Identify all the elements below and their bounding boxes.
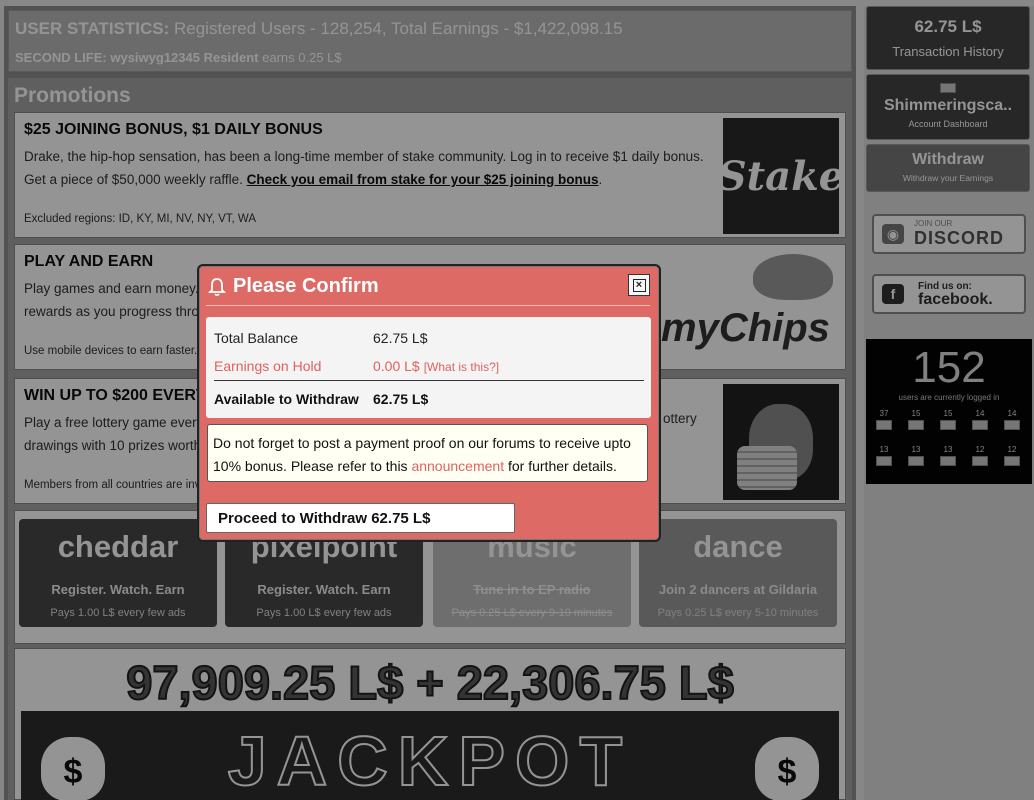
money-bag-icon[interactable] bbox=[723, 384, 839, 500]
modal-title: Please Confirm bbox=[233, 275, 379, 297]
payment-proof-note: Do not forget to post a payment proof on… bbox=[207, 424, 648, 482]
mychips-wordmark: myChips bbox=[661, 306, 830, 350]
withdraw-sub: Withdraw your Earnings bbox=[902, 173, 994, 183]
transaction-history-label: Transaction History bbox=[892, 44, 1004, 59]
account-dashboard-button[interactable]: Shimmeringsca.. Account Dashboard bbox=[866, 74, 1030, 140]
promo-desc-right: ottery bbox=[663, 411, 697, 426]
country-flag: 12 bbox=[970, 445, 990, 466]
promo-extra: Members from all countries are invi bbox=[24, 479, 203, 491]
country-flag: 13 bbox=[906, 445, 926, 466]
account-name: Shimmeringsca.. bbox=[883, 97, 1013, 114]
balance-button[interactable]: 62.75 L$ Transaction History bbox=[866, 6, 1030, 70]
jackpot-word: JACKPOT bbox=[227, 721, 633, 800]
promotions-title: Promotions bbox=[14, 84, 131, 107]
earnings-on-hold-row: Earnings on Hold 0.00 L$ [What is this?] bbox=[214, 358, 499, 374]
available-row: Available to Withdraw 62.75 L$ bbox=[214, 391, 428, 407]
user-statistics-bar: USER STATISTICS: Registered Users - 128,… bbox=[8, 10, 852, 72]
promo-title: $25 JOINING BONUS, $1 DAILY BONUS bbox=[24, 121, 323, 138]
tile-dance[interactable]: dance Join 2 dancers at Gildaria Pays 0.… bbox=[639, 519, 837, 627]
what-is-this-link[interactable]: [What is this?] bbox=[424, 360, 499, 374]
country-flag: 14 bbox=[1002, 409, 1022, 430]
stats-label: USER STATISTICS: bbox=[15, 19, 170, 38]
promo-desc: Play a free lottery game ever drawings w… bbox=[24, 415, 202, 453]
withdraw-label: Withdraw bbox=[912, 151, 984, 168]
second-life-earns: earns 0.25 L$ bbox=[262, 50, 342, 65]
country-flag: 37 bbox=[874, 409, 894, 430]
confirm-modal: Please Confirm × Total Balance 62.75 L$ … bbox=[199, 266, 659, 540]
country-flag: 13 bbox=[938, 445, 958, 466]
discord-badge[interactable]: ◉ JOIN OUR DISCORD bbox=[872, 214, 1026, 254]
balance-summary: Total Balance 62.75 L$ Earnings on Hold … bbox=[206, 317, 651, 418]
promo-excluded: Excluded regions: ID, KY, MI, NV, NY, VT… bbox=[24, 213, 257, 225]
balance-value: 62.75 L$ bbox=[914, 17, 982, 36]
second-life-label: SECOND LIFE: bbox=[15, 50, 107, 65]
earnings-on-hold-value: 0.00 L$ bbox=[373, 358, 420, 374]
facebook-icon: f bbox=[882, 284, 904, 304]
online-count: 152 bbox=[912, 343, 986, 392]
flag-icon bbox=[940, 83, 956, 93]
country-flag: 15 bbox=[938, 409, 958, 430]
total-balance-row: Total Balance 62.75 L$ bbox=[214, 330, 428, 346]
close-icon: × bbox=[632, 278, 646, 292]
sidebar: 62.75 L$ Transaction History Shimmerings… bbox=[864, 6, 1034, 800]
facebook-badge[interactable]: f Find us on: facebook. bbox=[872, 274, 1026, 314]
stake-logo[interactable]: Stake bbox=[718, 118, 844, 234]
second-life-user: wysiwyg12345 Resident bbox=[110, 50, 259, 65]
withdraw-button[interactable]: Withdraw Withdraw your Earnings bbox=[866, 144, 1030, 192]
money-bag-icon: $ bbox=[755, 737, 819, 800]
proceed-withdraw-button[interactable]: Proceed to Withdraw 62.75 L$ bbox=[206, 503, 515, 533]
promo-title: PLAY AND EARN bbox=[24, 253, 154, 270]
account-dashboard-label: Account Dashboard bbox=[908, 119, 988, 129]
tile-cheddar[interactable]: cheddar Register. Watch. Earn Pays 1.00 … bbox=[19, 519, 217, 627]
online-users-panel: 152 users are currently logged in 37 15 … bbox=[866, 339, 1032, 484]
stake-email-link[interactable]: Check you email from stake for your $25 … bbox=[247, 172, 599, 187]
announcement-link[interactable]: announcement bbox=[411, 458, 504, 474]
stats-summary: Registered Users - 128,254, Total Earnin… bbox=[174, 19, 623, 38]
close-button[interactable]: × bbox=[628, 274, 650, 296]
jackpot-banner: $ JACKPOT $ bbox=[21, 711, 839, 800]
available-value: 62.75 L$ bbox=[373, 391, 429, 407]
available-label: Available to Withdraw bbox=[214, 391, 359, 407]
promo-extra: Use mobile devices to earn faster. U bbox=[24, 345, 209, 357]
total-balance-label: Total Balance bbox=[214, 330, 299, 346]
online-label: users are currently logged in bbox=[898, 393, 1000, 402]
country-flag: 13 bbox=[874, 445, 894, 466]
jackpot-card[interactable]: 97,909.25 L$ + 22,306.75 L$ $ JACKPOT $ bbox=[14, 648, 846, 800]
chip-icon bbox=[753, 254, 833, 300]
total-balance-value: 62.75 L$ bbox=[373, 330, 428, 346]
promo-card-stake[interactable]: $25 JOINING BONUS, $1 DAILY BONUS Drake,… bbox=[14, 112, 846, 238]
mychips-logo[interactable]: myChips bbox=[661, 250, 839, 366]
discord-icon: ◉ bbox=[882, 224, 904, 244]
bell-icon bbox=[208, 278, 226, 297]
promo-desc: Play games and earn money. rewards as yo… bbox=[24, 281, 199, 319]
earnings-on-hold-label: Earnings on Hold bbox=[214, 358, 322, 374]
coin-stack-icon bbox=[737, 446, 797, 490]
country-flag: 12 bbox=[1002, 445, 1022, 466]
country-flag: 14 bbox=[970, 409, 990, 430]
country-flag: 15 bbox=[906, 409, 926, 430]
jackpot-total: 97,909.25 L$ + 22,306.75 L$ bbox=[125, 655, 735, 710]
